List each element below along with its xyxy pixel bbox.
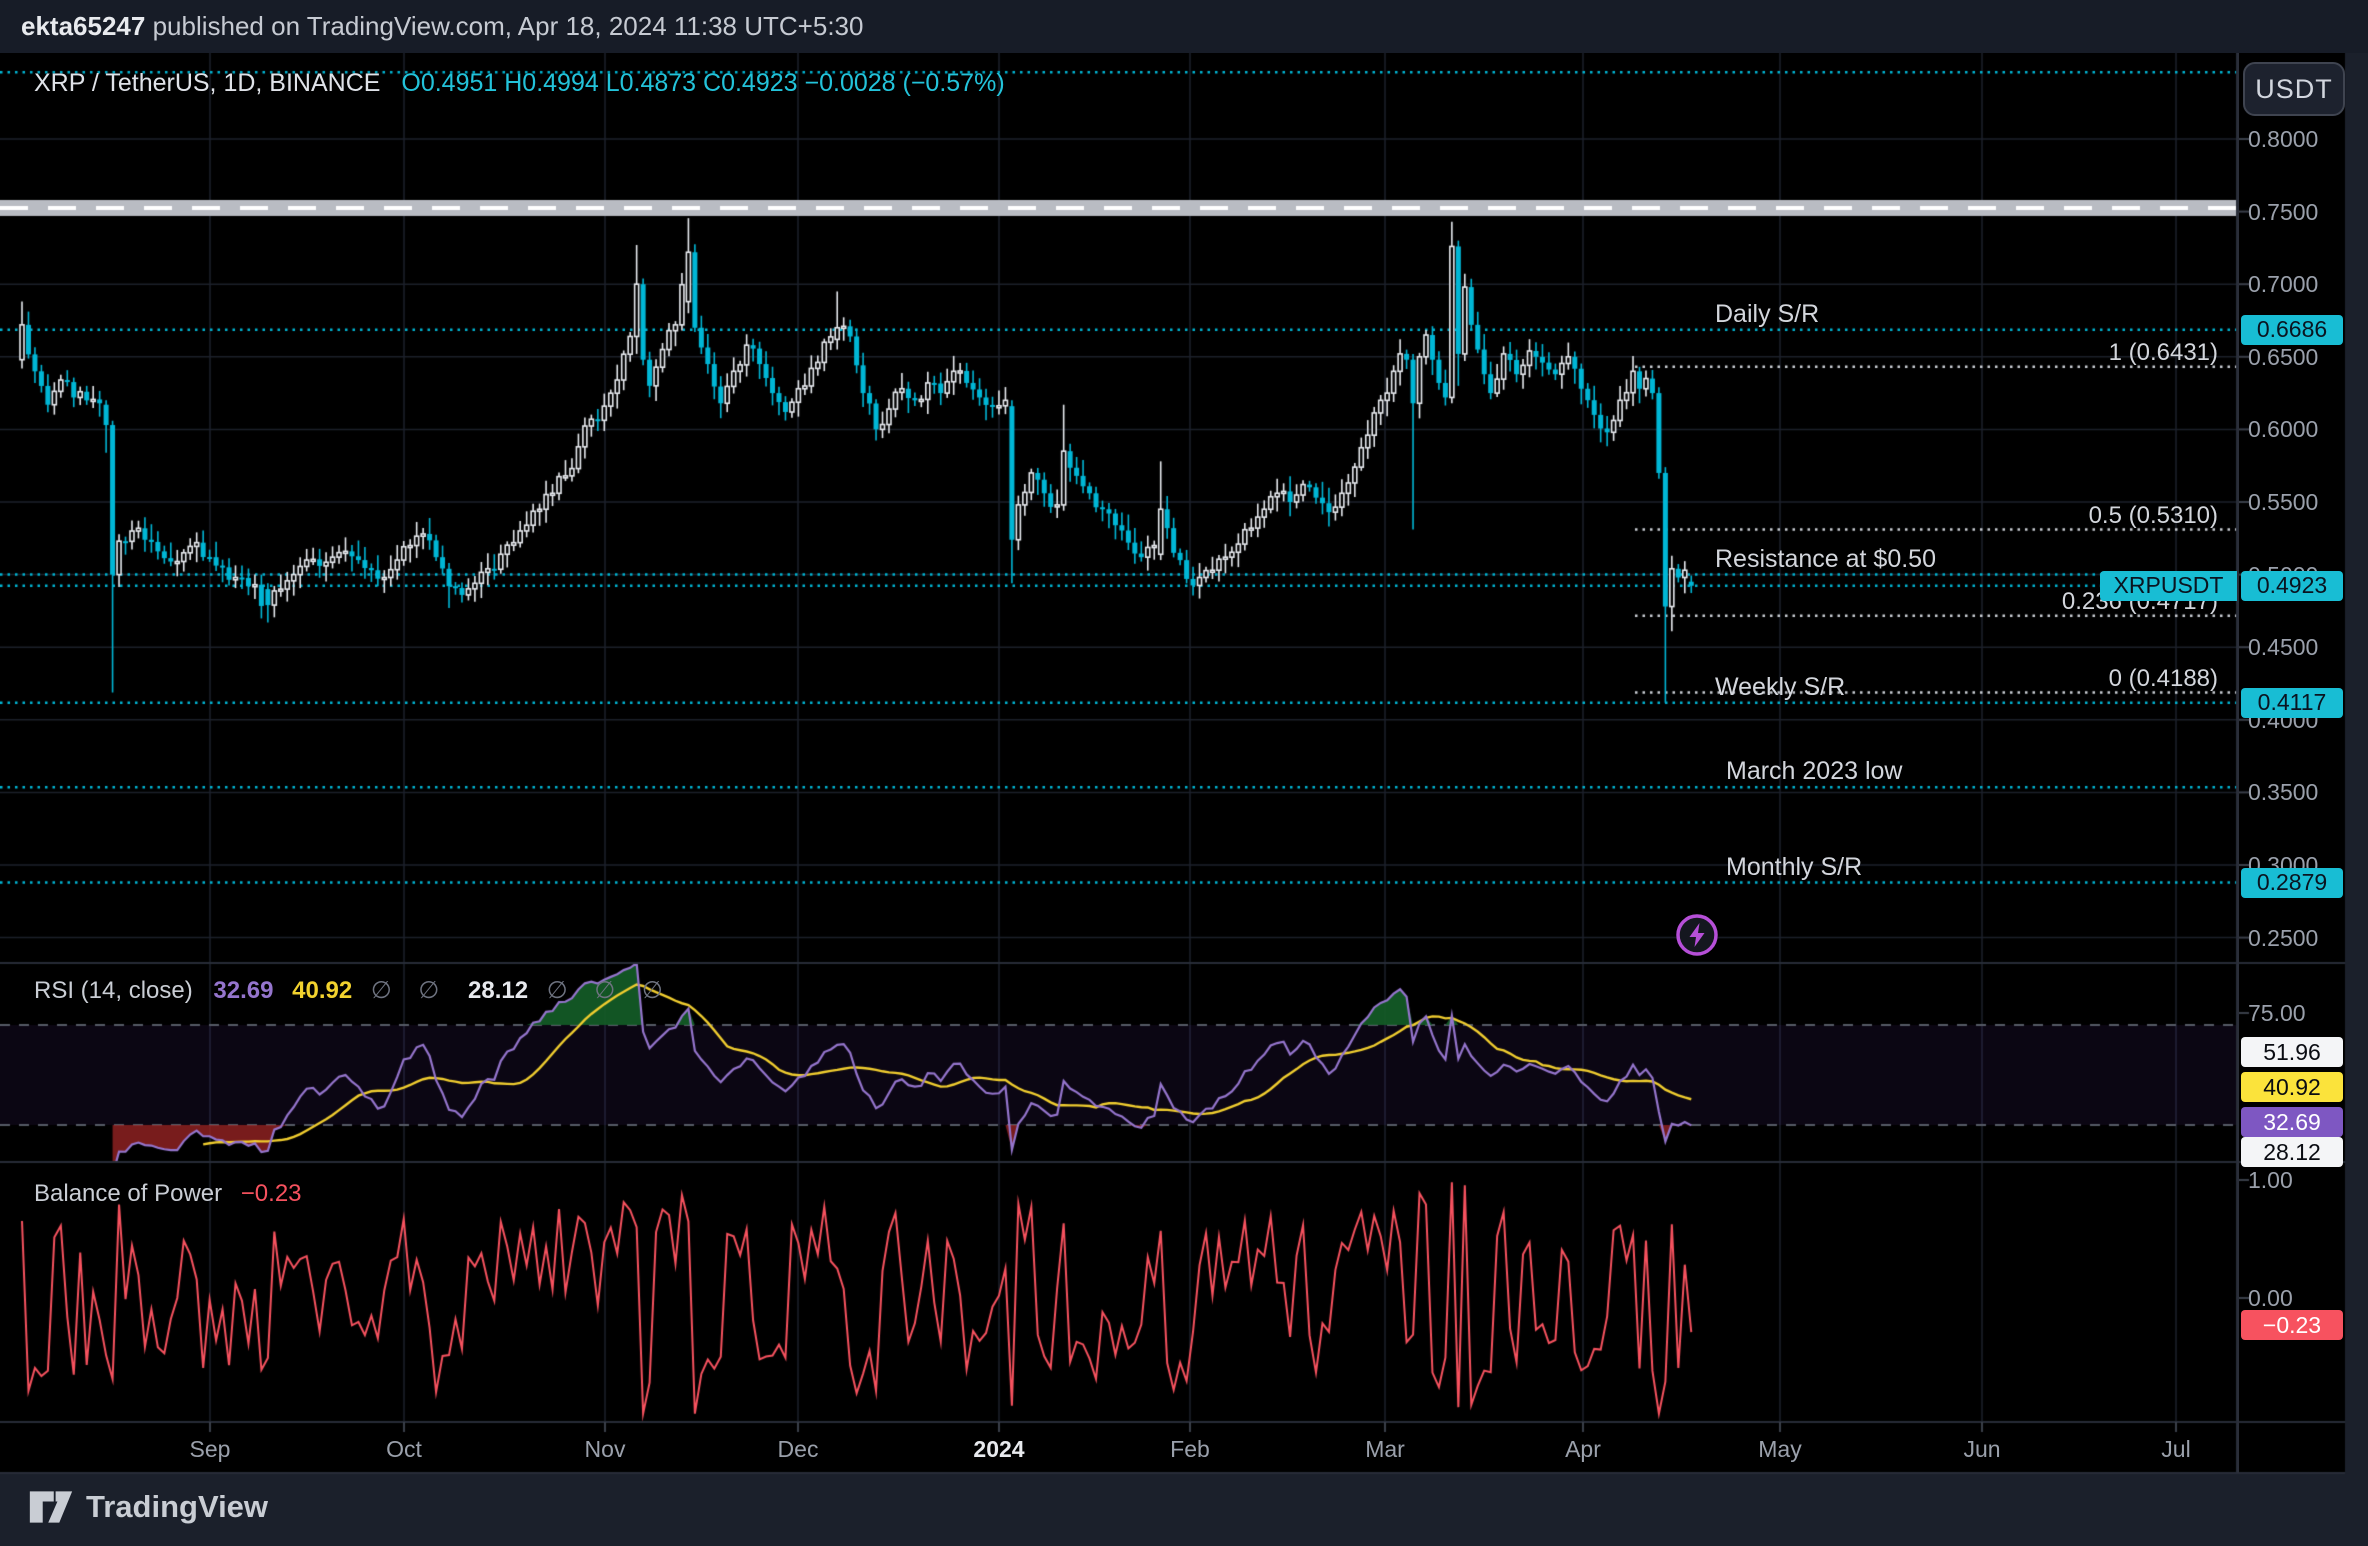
rsi-phantom-values-2: ∅ ∅ ∅ (547, 977, 673, 1004)
rsi-value-pill: 28.12 (2241, 1137, 2343, 1167)
time-axis-label: Jul (2131, 1436, 2221, 1463)
price-axis-tick: 0.6500 (2248, 344, 2340, 371)
price-axis-tick: 0.2500 (2248, 925, 2340, 952)
rsi-ma-value: 40.92 (292, 977, 352, 1004)
price-axis-tick: 0.8000 (2248, 126, 2340, 153)
price-level-pill: 0.6686 (2241, 315, 2343, 345)
time-axis-label: Feb (1145, 1436, 1235, 1463)
time-axis-label: Oct (359, 1436, 449, 1463)
rsi-value: 32.69 (213, 977, 273, 1004)
time-axis-label: Sep (165, 1436, 255, 1463)
time-axis-label: Jun (1937, 1436, 2027, 1463)
publish-bar: ekta65247 published on TradingView.com, … (0, 0, 2368, 53)
tradingview-logo-icon (28, 1488, 74, 1526)
fib-level-label: 0 (0.4188) (1598, 665, 2218, 693)
rsi-value-pill: 40.92 (2241, 1072, 2343, 1102)
rsi-value-pill: 32.69 (2241, 1107, 2343, 1137)
symbol-title-row: XRP / TetherUS, 1D, BINANCE O0.4951 H0.4… (34, 69, 1005, 98)
fib-level-label: 0.5 (0.5310) (1598, 502, 2218, 530)
time-axis-label: Mar (1340, 1436, 1430, 1463)
fib-level-label: 1 (0.6431) (1598, 339, 2218, 367)
bop-value-pill: −0.23 (2241, 1310, 2343, 1340)
price-axis-tick: 0.7500 (2248, 199, 2340, 226)
currency-toggle-button[interactable]: USDT (2243, 62, 2345, 116)
price-axis[interactable] (2237, 53, 2347, 1473)
chart-annotation: Daily S/R (1715, 300, 1819, 329)
time-axis-label: Apr (1538, 1436, 1628, 1463)
price-axis-tick: 0.4500 (2248, 634, 2340, 661)
price-axis-tick: 0.7000 (2248, 271, 2340, 298)
rsi-value-pill: 51.96 (2241, 1037, 2343, 1067)
time-axis-label: Dec (753, 1436, 843, 1463)
tradingview-logo[interactable]: TradingView (28, 1488, 268, 1526)
time-axis-label: May (1735, 1436, 1825, 1463)
price-axis-tick: 0.5500 (2248, 489, 2340, 516)
price-level-pill: 0.2879 (2241, 868, 2343, 898)
chart-annotation: Monthly S/R (1726, 853, 1862, 882)
publish-info: published on TradingView.com, Apr 18, 20… (145, 11, 863, 41)
lightning-icon[interactable] (1674, 912, 1720, 958)
tradingview-snapshot: ekta65247 published on TradingView.com, … (0, 0, 2368, 1546)
time-axis-label: Nov (560, 1436, 650, 1463)
price-level-pill: 0.4923 (2241, 571, 2343, 601)
rsi-phantom-values-1: ∅ ∅ (371, 977, 449, 1004)
rsi-axis-tick: 75.00 (2248, 1000, 2340, 1027)
chart-annotation: Resistance at $0.50 (1715, 545, 1936, 574)
rsi-pane-header: RSI (14, close) 32.69 40.92 ∅ ∅ 28.12 ∅ … (34, 976, 673, 1005)
rsi-label[interactable]: RSI (14, close) (34, 977, 193, 1004)
tradingview-logo-text: TradingView (86, 1489, 268, 1525)
bop-label[interactable]: Balance of Power (34, 1180, 222, 1207)
ohlc-values: O0.4951 H0.4994 L0.4873 C0.4923 −0.0028 … (401, 69, 1004, 97)
chart-canvas[interactable] (0, 0, 2368, 1546)
chart-annotation: March 2023 low (1726, 757, 1902, 786)
price-level-pill: 0.4117 (2241, 688, 2343, 718)
symbol-price-flag: XRPUSDT (2100, 571, 2237, 601)
price-axis-tick: 0.6000 (2248, 416, 2340, 443)
publisher-username: ekta65247 (21, 11, 145, 41)
time-axis-label: 2024 (954, 1436, 1044, 1463)
symbol-name[interactable]: XRP / TetherUS, 1D, BINANCE (34, 69, 380, 97)
price-axis-tick: 0.3500 (2248, 779, 2340, 806)
rsi-band-value: 28.12 (468, 977, 528, 1004)
bop-pane-header: Balance of Power −0.23 (34, 1180, 302, 1208)
bop-value: −0.23 (241, 1180, 302, 1207)
chart-annotation: Weekly S/R (1715, 673, 1845, 702)
bop-axis-tick: 1.00 (2248, 1167, 2340, 1194)
bop-axis-tick: 0.00 (2248, 1285, 2340, 1312)
